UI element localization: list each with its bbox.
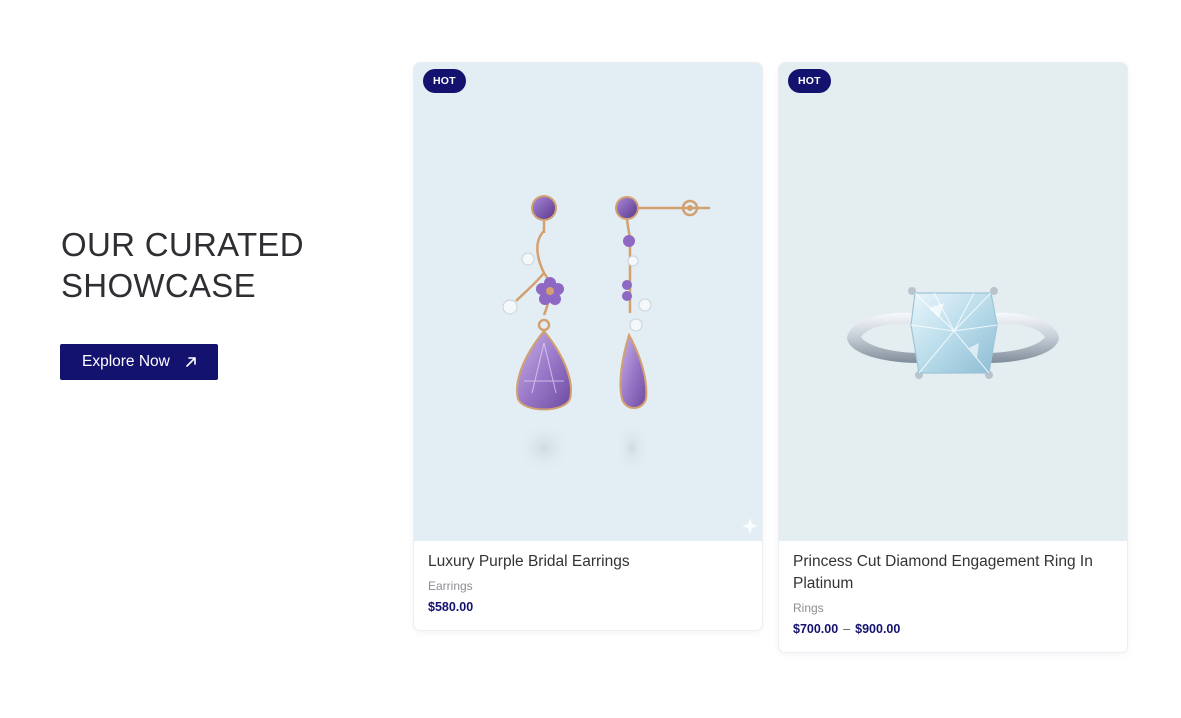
price-separator: – — [843, 622, 851, 636]
hot-badge: HOT — [423, 69, 466, 93]
showcase-section: OUR CURATED SHOWCASE Explore Now HOT Lux… — [0, 0, 1181, 718]
product-card-ring[interactable]: HOT Princess Cut Diamond Engagement Ring… — [779, 63, 1127, 652]
explore-now-button[interactable]: Explore Now — [60, 344, 218, 380]
product-category[interactable]: Rings — [793, 599, 1113, 617]
product-price-range: $700.00– $900.00 — [793, 620, 1113, 638]
showcase-intro: OUR CURATED SHOWCASE Explore Now — [60, 224, 381, 380]
sparkle-icon — [740, 516, 760, 541]
product-info: Princess Cut Diamond Engagement Ring In … — [779, 541, 1127, 638]
product-name[interactable]: Princess Cut Diamond Engagement Ring In … — [793, 551, 1113, 595]
section-heading: OUR CURATED SHOWCASE — [61, 224, 381, 306]
product-name[interactable]: Luxury Purple Bridal Earrings — [428, 551, 748, 573]
hot-badge: HOT — [788, 69, 831, 93]
price-min: $700.00 — [793, 622, 839, 636]
earrings-illustration — [502, 195, 710, 476]
diamond-ring-image[interactable]: HOT — [779, 63, 1127, 541]
price-max: $900.00 — [855, 622, 901, 636]
product-info: Luxury Purple Bridal Earrings Earrings $… — [414, 541, 762, 616]
product-card-earrings[interactable]: HOT Luxury Purple Bridal Earrings Earrin… — [414, 63, 762, 630]
ring-illustration — [847, 287, 1059, 379]
arrow-up-right-icon — [184, 355, 198, 369]
purple-earrings-image[interactable]: HOT — [414, 63, 762, 541]
product-price: $580.00 — [428, 600, 474, 614]
heading-line-2: SHOWCASE — [61, 267, 256, 304]
product-category[interactable]: Earrings — [428, 577, 748, 595]
heading-line-1: OUR CURATED — [61, 226, 304, 263]
explore-now-label: Explore Now — [82, 353, 170, 370]
